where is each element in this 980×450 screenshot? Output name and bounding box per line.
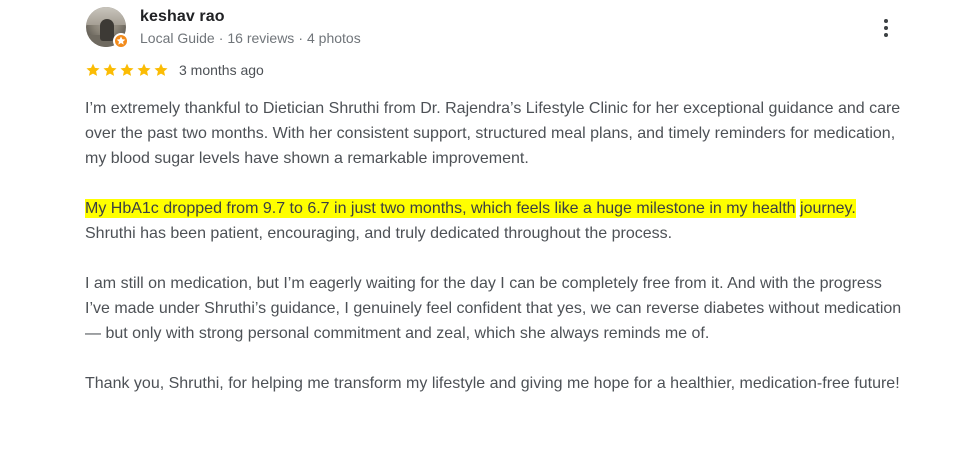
- highlighted-text: My HbA1c dropped from 9.7 to 6.7 in just…: [85, 199, 796, 218]
- avatar[interactable]: [86, 7, 129, 49]
- author-photo-count: 4 photos: [306, 30, 361, 46]
- author-role: Local Guide: [140, 30, 215, 46]
- review-paragraph: Thank you, Shruthi, for helping me trans…: [85, 375, 900, 392]
- review-paragraph: I’m extremely thankful to Dietician Shru…: [85, 100, 901, 167]
- star-icon: [86, 63, 100, 76]
- review-text: I’m extremely thankful to Dietician Shru…: [85, 96, 905, 421]
- review-card: keshav rao Local Guide · 16 reviews · 4 phot…: [0, 0, 980, 450]
- more-vert-icon: [884, 19, 888, 23]
- author-meta: Local Guide · 16 reviews · 4 photos: [140, 30, 361, 46]
- highlighted-text: journey.: [800, 199, 856, 218]
- star-icon: [137, 63, 151, 76]
- star-icon: [154, 63, 168, 76]
- author-review-count: 16 reviews: [227, 30, 295, 46]
- star-rating: [85, 62, 169, 78]
- more-options-button[interactable]: [876, 14, 896, 42]
- author-name[interactable]: keshav rao: [140, 8, 225, 26]
- local-guide-badge-icon: [113, 33, 129, 49]
- review-text-segment: Shruthi has been patient, encouraging, a…: [85, 225, 673, 242]
- review-paragraph: I am still on medication, but I’m eagerl…: [85, 275, 902, 342]
- meta-separator: ·: [218, 30, 224, 46]
- rating-row: 3 months ago: [85, 62, 264, 78]
- review-paragraph: My HbA1c dropped from 9.7 to 6.7 in just…: [85, 196, 905, 246]
- star-icon: [103, 63, 117, 76]
- meta-separator: ·: [298, 30, 303, 46]
- star-icon: [120, 63, 134, 76]
- review-date: 3 months ago: [179, 62, 264, 78]
